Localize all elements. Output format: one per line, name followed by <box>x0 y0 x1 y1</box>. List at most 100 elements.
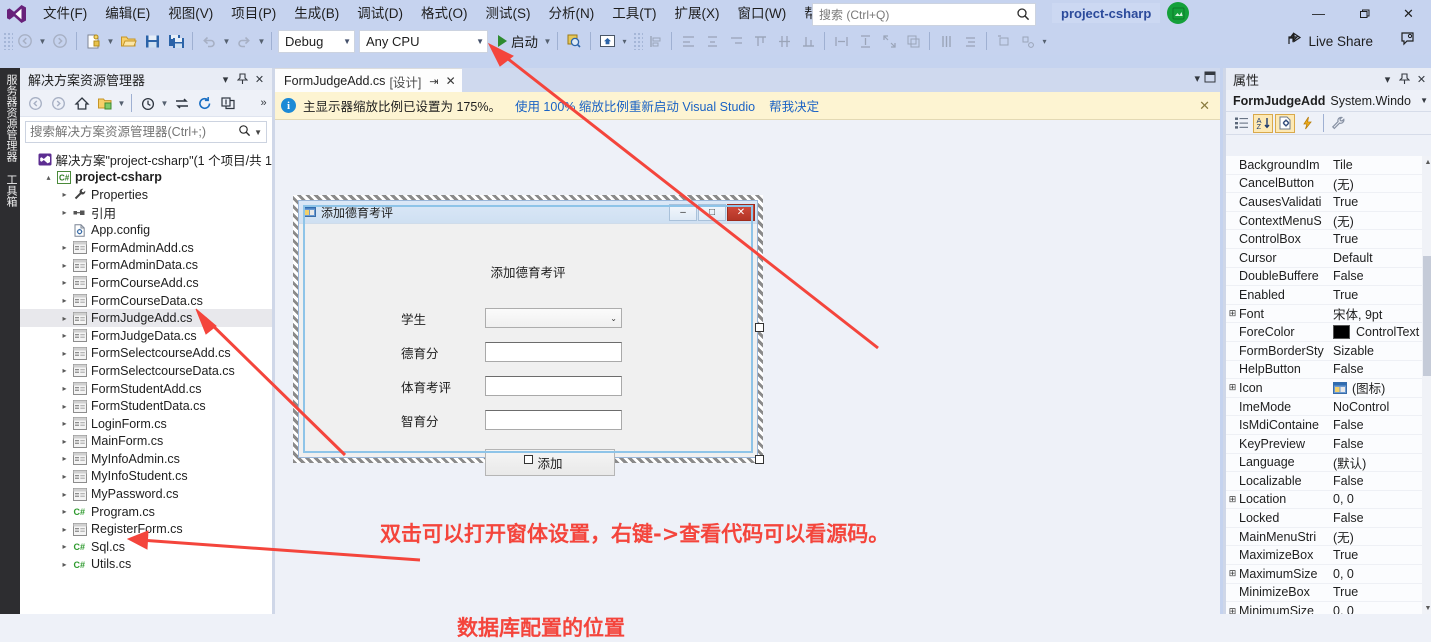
expander-icon[interactable]: ▸ <box>58 349 71 358</box>
size-to-grid-icon[interactable] <box>878 30 900 52</box>
resize-handle-bottom[interactable] <box>524 455 533 464</box>
pending-changes-dropdown-icon[interactable]: ▼ <box>159 92 170 114</box>
center-horizontally-icon[interactable] <box>992 30 1014 52</box>
property-expander-icon[interactable]: ⊞ <box>1226 308 1239 319</box>
align-lefts-icon[interactable] <box>644 30 666 52</box>
property-row[interactable]: ⊞ Location 0, 0 <box>1226 491 1431 510</box>
show-all-files-dropdown-icon[interactable]: ▼ <box>116 92 127 114</box>
tree-item-formjudgedatacs[interactable]: ▸ FormJudgeData.cs <box>20 327 272 345</box>
resize-handle-right[interactable] <box>755 323 764 332</box>
vertical-spacing-icon[interactable] <box>959 30 981 52</box>
property-row[interactable]: BackgroundIm Tile <box>1226 156 1431 175</box>
property-row[interactable]: ⊞ MaximumSize 0, 0 <box>1226 565 1431 584</box>
tree-item-utilscs[interactable]: ▸ C# Utils.cs <box>20 556 272 574</box>
search-icon-2[interactable] <box>238 124 253 140</box>
expander-icon[interactable]: ▸ <box>58 296 71 305</box>
solution-configuration-combo[interactable]: Debug ▼ <box>278 29 355 53</box>
property-row[interactable]: ImeMode NoControl <box>1226 398 1431 417</box>
expander-icon[interactable]: ▸ <box>58 419 71 428</box>
redo-dropdown-icon[interactable]: ▼ <box>256 30 267 52</box>
properties-object-selector[interactable]: FormJudgeAdd System.Windo ▼ <box>1226 90 1431 112</box>
close-panel-icon[interactable]: ✕ <box>251 70 268 88</box>
forward-icon[interactable] <box>48 93 69 114</box>
new-project-icon[interactable] <box>82 30 104 52</box>
properties-close-icon[interactable]: ✕ <box>1413 70 1430 88</box>
property-row[interactable]: ⊞ MinimumSize 0, 0 <box>1226 602 1431 614</box>
property-expander-icon[interactable]: ⊞ <box>1226 382 1239 393</box>
panel-dropdown-icon[interactable]: ▾ <box>217 70 234 88</box>
property-row[interactable]: ContextMenuS (无) <box>1226 212 1431 231</box>
property-row[interactable]: MaximizeBox True <box>1226 546 1431 566</box>
property-row[interactable]: KeyPreview False <box>1226 435 1431 454</box>
find-in-files-icon[interactable] <box>563 30 585 52</box>
search-options-chevron-icon[interactable]: ▼ <box>253 128 266 137</box>
open-file-icon[interactable] <box>117 30 139 52</box>
property-expander-icon[interactable]: ⊞ <box>1226 606 1239 614</box>
expander-icon[interactable]: ▸ <box>58 525 71 534</box>
property-pages-wrench-icon[interactable] <box>1328 114 1348 133</box>
tree-item-appconfig[interactable]: App.config <box>20 221 272 239</box>
property-row[interactable]: MainMenuStri (无) <box>1226 528 1431 547</box>
textbox-moral-score[interactable] <box>485 342 622 362</box>
property-row[interactable]: CancelButton (无) <box>1226 175 1431 194</box>
properties-pin-icon[interactable] <box>1396 70 1413 88</box>
align-middles-icon[interactable] <box>773 30 795 52</box>
save-icon[interactable] <box>141 30 163 52</box>
restore-button[interactable] <box>1341 0 1386 27</box>
design-form[interactable]: 添加德育考评 – □ ✕ 添加德育考评 学生 ⌄ 德育分 体育考评 智育分 添加 <box>298 200 758 476</box>
expander-icon[interactable]: ▸ <box>58 542 71 551</box>
undo-icon[interactable] <box>198 30 220 52</box>
tab-order-icon[interactable] <box>1016 30 1038 52</box>
properties-object-chevron-icon[interactable]: ▼ <box>1420 96 1431 105</box>
property-row[interactable]: MinimizeBox True <box>1226 584 1431 603</box>
property-row[interactable]: ⊞ Font 宋体, 9pt <box>1226 305 1431 324</box>
expander-icon[interactable]: ▸ <box>58 243 71 252</box>
toolbar-grip-2[interactable] <box>633 32 643 50</box>
align-left-edges-icon[interactable] <box>677 30 699 52</box>
search-input[interactable] <box>26 124 239 140</box>
property-row[interactable]: DoubleBuffere False <box>1226 268 1431 287</box>
expander-icon[interactable]: ▸ <box>58 278 71 287</box>
property-row[interactable]: Cursor Default <box>1226 249 1431 268</box>
tree-item-formadmindatacs[interactable]: ▸ FormAdminData.cs <box>20 257 272 275</box>
home-icon[interactable] <box>71 93 92 114</box>
pin-icon[interactable] <box>234 70 251 88</box>
tree-item-formstudentdatacs[interactable]: ▸ FormStudentData.cs <box>20 397 272 415</box>
expander-icon[interactable]: ▸ <box>58 366 71 375</box>
property-row[interactable]: ControlBox True <box>1226 230 1431 249</box>
make-same-height-icon[interactable] <box>854 30 876 52</box>
expander-icon[interactable]: ▸ <box>58 261 71 270</box>
expander-icon[interactable]: ▸ <box>58 331 71 340</box>
pending-changes-icon[interactable] <box>137 93 158 114</box>
expander-icon[interactable]: ▸ <box>58 560 71 569</box>
resize-handle-bottom-right[interactable] <box>755 455 764 464</box>
tree-item-formadminaddcs[interactable]: ▸ FormAdminAdd.cs <box>20 239 272 257</box>
tree-item-mainformcs[interactable]: ▸ MainForm.cs <box>20 433 272 451</box>
tree-item-loginformcs[interactable]: ▸ LoginForm.cs <box>20 415 272 433</box>
textbox-intellect-score[interactable] <box>485 410 622 430</box>
se-toolbar-overflow-icon[interactable]: » <box>255 94 272 112</box>
show-all-files-icon[interactable] <box>94 93 115 114</box>
navigate-forward-icon[interactable] <box>49 30 71 52</box>
tree-item-myinfoadmincs[interactable]: ▸ MyInfoAdmin.cs <box>20 450 272 468</box>
tree-item-formstudentaddcs[interactable]: ▸ FormStudentAdd.cs <box>20 380 272 398</box>
property-row[interactable]: Locked False <box>1226 509 1431 528</box>
make-same-width-icon[interactable] <box>830 30 852 52</box>
properties-grid[interactable]: BackgroundIm Tile CancelButton (无) CausesVal… <box>1226 156 1431 614</box>
live-share-button[interactable]: Live Share <box>1281 30 1379 52</box>
undo-dropdown-icon[interactable]: ▼ <box>221 30 232 52</box>
property-row[interactable]: Localizable False <box>1226 472 1431 491</box>
minimize-button[interactable]: — <box>1296 0 1341 27</box>
navigate-backward-dropdown-icon[interactable]: ▼ <box>37 30 48 52</box>
scroll-up-arrow-icon[interactable]: ▲ <box>1422 156 1431 168</box>
events-icon[interactable] <box>1297 114 1317 133</box>
menu-debug[interactable]: 调试(D) <box>348 2 412 26</box>
expander-icon[interactable]: ▸ <box>58 472 71 481</box>
restart-at-100-link[interactable]: 使用 100% 缩放比例重新启动 Visual Studio <box>515 96 755 115</box>
document-tab-formjudgeadd[interactable]: FormJudgeAdd.cs [设计] ⇥ ✕ <box>275 68 462 93</box>
expander-icon[interactable]: ▸ <box>58 314 71 323</box>
menu-project[interactable]: 项目(P) <box>222 2 285 26</box>
expander-icon[interactable]: ▸ <box>58 402 71 411</box>
toolbar-overflow-icon[interactable]: ▾ <box>619 30 630 52</box>
expander-icon[interactable]: ▸ <box>58 384 71 393</box>
